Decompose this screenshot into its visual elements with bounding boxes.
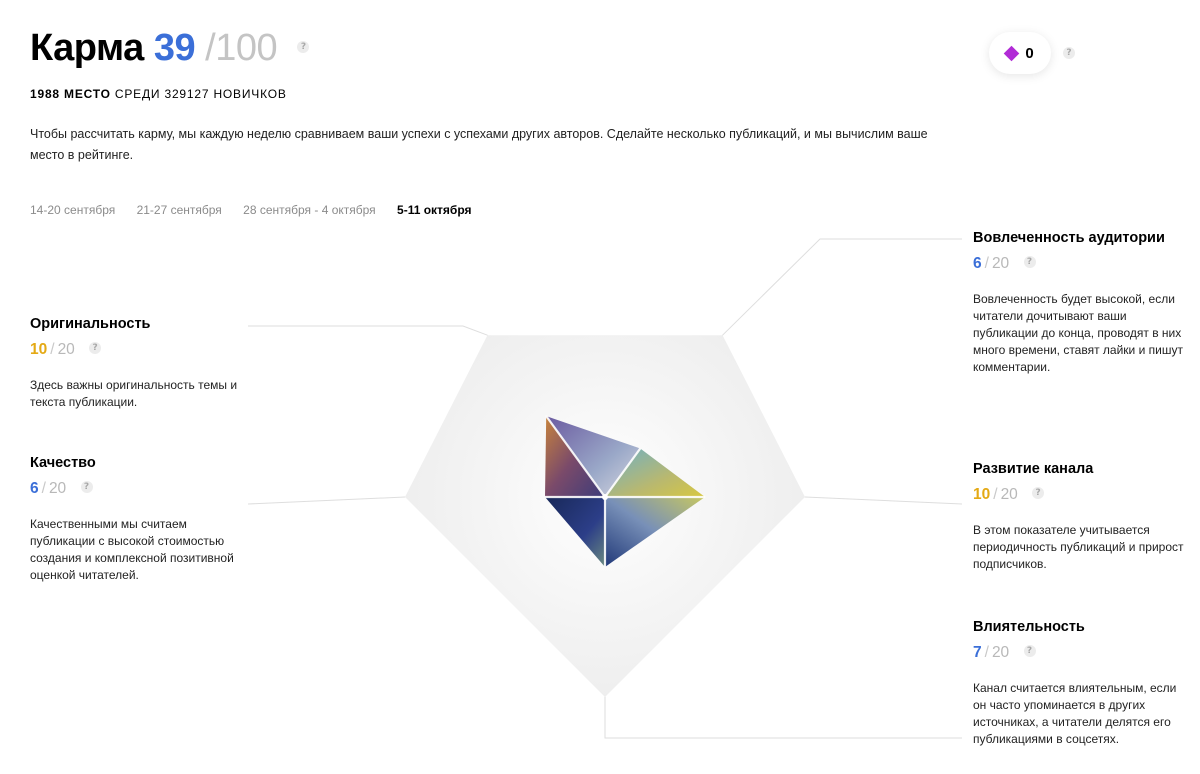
metric-value: 6: [973, 255, 982, 272]
radar-point-1: [545, 415, 548, 417]
metric-title: Оригинальность: [30, 316, 151, 332]
rank-rest: среди 329127 новичков: [114, 87, 287, 101]
diamond-badge[interactable]: 0: [989, 32, 1051, 74]
karma-description: Чтобы рассчитать карму, мы каждую неделю…: [30, 127, 928, 162]
badge-help-icon[interactable]: ?: [1063, 47, 1075, 59]
tab-week-3[interactable]: 28 сентября - 4 октября: [243, 203, 376, 217]
karma-label: Карма: [30, 27, 144, 69]
guide-influence: [604, 697, 962, 739]
metric-help-icon[interactable]: ?: [1023, 644, 1036, 657]
rank-place: 1988 место: [30, 87, 111, 101]
diamond-icon: [1004, 45, 1020, 61]
metric-description: В этом показателе учитывается периодично…: [973, 523, 1184, 571]
karma-max: /100: [205, 27, 278, 69]
metric-help-icon[interactable]: ?: [1023, 255, 1036, 268]
metric-max: 20: [991, 644, 1010, 661]
week-tabs: 14-20 сентября 21-27 сентября 28 сентябр…: [30, 203, 490, 217]
metric-max: 20: [1000, 486, 1018, 503]
tab-week-2[interactable]: 21-27 сентября: [137, 203, 222, 217]
page-title: Карма 39 /100 ?: [30, 26, 310, 70]
metric-originality: Оригинальность 10/20 ? Здесь важны ориги…: [30, 316, 240, 411]
metric-description: Вовлеченность будет высокой, если читате…: [973, 292, 1183, 374]
guide-growth: [804, 496, 963, 505]
metric-help-icon[interactable]: ?: [1032, 486, 1045, 499]
radar-point-4: [604, 566, 606, 568]
metric-title: Качество: [30, 455, 96, 471]
karma-value: 39: [153, 27, 196, 69]
metric-max: 20: [57, 341, 75, 358]
metric-description: Качественными мы считаем публикации с вы…: [30, 517, 234, 582]
radar-point-3: [704, 496, 706, 498]
metric-title: Вовлеченность аудитории: [973, 230, 1165, 246]
metric-quality: Качество 6/20 ? Качественными мы считаем…: [30, 455, 240, 584]
metric-score: 10/20 ?: [30, 341, 240, 359]
radar-point-2: [639, 447, 642, 450]
metric-growth: Развитие канала 10/20 ? В этом показател…: [973, 461, 1185, 573]
metric-score: 10/20 ?: [973, 486, 1185, 504]
metric-value: 7: [973, 644, 982, 661]
metric-score: 6/20 ?: [30, 480, 240, 498]
karma-help-icon[interactable]: ?: [297, 40, 310, 53]
metric-max: 20: [48, 480, 67, 497]
guide-engagement: [722, 238, 962, 336]
guide-quality: [247, 496, 406, 505]
radar-point-5: [544, 496, 546, 498]
metric-max: 20: [991, 255, 1010, 272]
rank-line: 1988 место среди 329127 новичков: [30, 87, 287, 101]
metric-value: 10: [973, 486, 991, 503]
tab-week-1[interactable]: 14-20 сентября: [30, 203, 115, 217]
metric-title: Развитие канала: [973, 461, 1094, 477]
metric-influence: Влиятельность 7/20 ? Канал считается вли…: [973, 619, 1185, 748]
metric-help-icon[interactable]: ?: [89, 341, 102, 354]
metric-description: Канал считается влиятельным, если он час…: [973, 681, 1177, 746]
metric-value: 10: [30, 341, 48, 358]
metric-description: Здесь важны оригинальность темы и текста…: [30, 378, 238, 409]
metric-value: 6: [30, 480, 39, 497]
tab-week-4[interactable]: 5-11 октября: [397, 203, 472, 217]
metric-title: Влиятельность: [973, 619, 1085, 635]
metric-engagement: Вовлеченность аудитории 6/20 ? Вовлеченн…: [973, 230, 1185, 376]
radar-center-dot: [602, 494, 608, 500]
guide-originality: [248, 325, 488, 336]
metric-score: 7/20 ?: [973, 644, 1185, 662]
badge-count: 0: [1025, 44, 1034, 62]
metric-help-icon[interactable]: ?: [80, 480, 93, 493]
metric-score: 6/20 ?: [973, 255, 1185, 273]
